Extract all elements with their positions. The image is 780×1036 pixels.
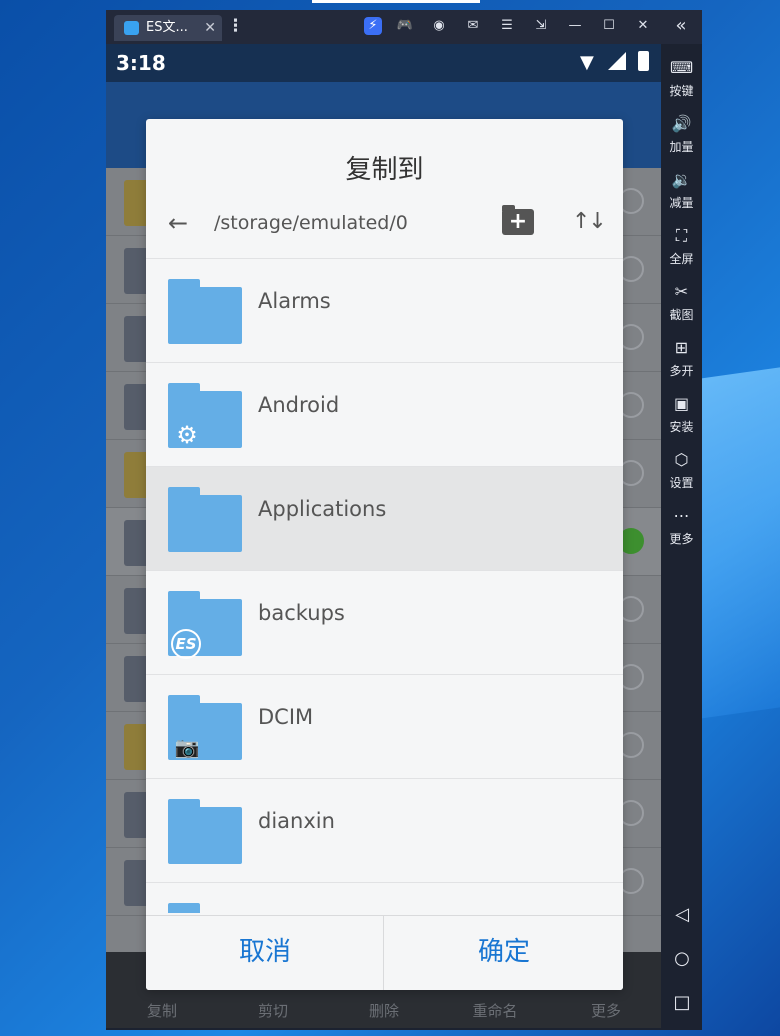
emulator-side-panel: ⌨ 按键 🔊 加量 🔉 减量 ⛶ 全屏 ✂ 截图 ⊞ 多开 ▣ 安装 ⬡ 设置 ⋯ 更多 ◁ ○ … xyxy=(661,44,702,1030)
boost-icon[interactable]: ⚡ xyxy=(364,17,382,35)
folder-name: Android xyxy=(258,393,340,417)
folder-name: Applications xyxy=(258,497,387,521)
side-item-label: 设置 xyxy=(669,476,694,490)
bottom-more-label: 更多 xyxy=(590,1002,621,1020)
side-item-label: 安装 xyxy=(669,420,694,434)
bottom-delete-label: 删除 xyxy=(368,1002,399,1020)
battery-icon xyxy=(638,51,649,71)
folder-icon xyxy=(168,487,242,552)
side-item-multi[interactable]: ⊞ 多开 xyxy=(661,338,702,379)
tab-close-icon[interactable]: ✕ xyxy=(204,15,216,41)
folder-icon xyxy=(168,799,242,864)
side-item-settings[interactable]: ⬡ 设置 xyxy=(661,450,702,491)
current-path: /storage/emulated/0 xyxy=(214,212,408,234)
folder-item-android[interactable]: ⚙ Android xyxy=(146,363,623,467)
dialog-title: 复制到 xyxy=(345,155,424,185)
cancel-button[interactable]: 取消 xyxy=(146,916,384,990)
gear-icon: ⚙ xyxy=(176,421,198,449)
multi-instance-icon: ⊞ xyxy=(674,338,689,357)
copy-to-dialog: 复制到 ← /storage/emulated/0 + ↑↓ Alarms ⚙ … xyxy=(146,119,623,990)
account-icon[interactable]: ◉ xyxy=(430,17,448,35)
side-item-screenshot[interactable]: ✂ 截图 xyxy=(661,282,702,323)
folder-icon: ⚙ xyxy=(168,383,242,449)
folder-item-dcim[interactable]: 📷 DCIM xyxy=(146,675,623,779)
folder-icon xyxy=(168,279,242,344)
gamepad-icon[interactable]: 🎮 xyxy=(396,17,414,35)
folder-name: DCIM xyxy=(258,705,314,729)
folder-item-dianxin[interactable]: dianxin xyxy=(146,779,623,883)
status-clock: 3:18 xyxy=(116,51,166,75)
side-item-label: 截图 xyxy=(669,308,694,322)
mail-icon[interactable]: ✉ xyxy=(464,17,482,35)
folder-name: dianxin xyxy=(258,809,335,833)
side-item-keys[interactable]: ⌨ 按键 xyxy=(661,58,702,99)
side-item-fullscreen[interactable]: ⛶ 全屏 xyxy=(661,226,702,267)
home-nav-icon[interactable]: ○ xyxy=(671,948,693,970)
es-logo-icon: ES xyxy=(171,629,201,659)
folder-name: backups xyxy=(258,601,345,625)
dialog-footer: 取消 确定 xyxy=(146,915,623,990)
side-item-label: 更多 xyxy=(669,532,694,546)
confirm-button[interactable]: 确定 xyxy=(385,916,623,990)
folder-item-alarms[interactable]: Alarms xyxy=(146,259,623,363)
emulator-titlebar: ES文... ✕ ⋮ ⚡ 🎮 ◉ ✉ ☰ ⇲ — ☐ ✕ « xyxy=(106,10,702,44)
side-item-volume-down[interactable]: 🔉 减量 xyxy=(661,170,702,211)
folder-list: Alarms ⚙ Android Applications ES backups… xyxy=(146,258,623,914)
volume-down-icon: 🔉 xyxy=(671,170,692,189)
es-app-icon xyxy=(124,21,139,35)
keyboard-icon: ⌨ xyxy=(669,58,694,77)
maximize-icon[interactable]: ☐ xyxy=(600,17,618,35)
settings-icon: ⬡ xyxy=(674,450,689,469)
path-bar: ← /storage/emulated/0 + ↑↓ xyxy=(146,195,623,257)
folder-icon: 📷 xyxy=(168,695,242,760)
bottom-cut-label: 剪切 xyxy=(257,1002,288,1020)
scissors-icon: ✂ xyxy=(674,282,689,301)
folder-item-partial[interactable] xyxy=(146,883,623,914)
folder-item-applications[interactable]: Applications xyxy=(146,467,623,571)
status-bar: 3:18 ▼ xyxy=(106,44,661,82)
close-icon[interactable]: ✕ xyxy=(634,17,652,35)
side-item-label: 加量 xyxy=(669,140,694,154)
collapse-panel-icon[interactable]: « xyxy=(672,17,690,35)
side-item-volume-up[interactable]: 🔊 加量 xyxy=(661,114,702,155)
new-folder-icon[interactable]: + xyxy=(502,205,534,235)
folder-name: Alarms xyxy=(258,289,331,313)
camera-icon: 📷 xyxy=(174,735,200,759)
more-icon: ⋯ xyxy=(673,506,690,525)
sort-icon[interactable]: ↑↓ xyxy=(572,207,607,237)
bottom-rename-label: 重命名 xyxy=(472,1002,518,1020)
wifi-icon: ▼ xyxy=(580,52,594,73)
fullscreen-icon: ⛶ xyxy=(675,226,688,245)
emulator-tab[interactable]: ES文... ✕ xyxy=(114,15,222,41)
side-item-label: 减量 xyxy=(669,196,694,210)
folder-item-backups[interactable]: ES backups xyxy=(146,571,623,675)
menu-kebab-icon[interactable]: ⋮ xyxy=(227,16,244,36)
folder-icon xyxy=(168,903,242,914)
shrink-icon[interactable]: ⇲ xyxy=(532,17,550,35)
back-nav-icon[interactable]: ◁ xyxy=(671,904,693,926)
minimize-icon[interactable]: — xyxy=(566,17,584,35)
volume-up-icon: 🔊 xyxy=(671,114,692,133)
folder-icon: ES xyxy=(168,591,242,659)
footer-divider xyxy=(383,916,384,990)
hamburger-icon[interactable]: ☰ xyxy=(498,17,516,35)
recents-nav-icon[interactable]: □ xyxy=(671,992,693,1014)
bottom-copy-label: 复制 xyxy=(146,1002,177,1020)
side-item-more[interactable]: ⋯ 更多 xyxy=(661,506,702,547)
side-item-install[interactable]: ▣ 安装 xyxy=(661,394,702,435)
side-item-label: 全屏 xyxy=(669,252,694,266)
back-arrow-icon[interactable]: ← xyxy=(168,211,192,235)
tab-title: ES文... xyxy=(146,20,188,35)
signal-icon xyxy=(608,52,626,70)
apk-icon: ▣ xyxy=(673,394,690,413)
side-item-label: 多开 xyxy=(669,364,694,378)
side-item-label: 按键 xyxy=(669,84,694,98)
desktop-strip xyxy=(312,0,480,3)
